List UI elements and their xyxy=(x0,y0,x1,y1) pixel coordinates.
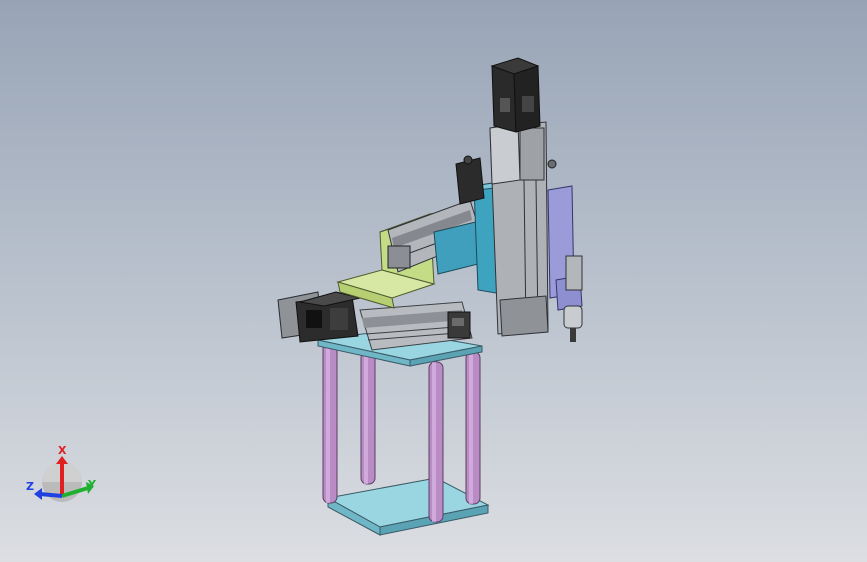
axis-label-x: X xyxy=(58,444,67,457)
orientation-triad[interactable] xyxy=(34,456,94,502)
vertical-column[interactable] xyxy=(489,121,549,337)
axis-label-z: Z xyxy=(26,480,34,493)
lower-motor[interactable] xyxy=(277,291,361,343)
side-motor[interactable] xyxy=(455,155,485,205)
top-motor[interactable] xyxy=(490,57,541,133)
axis-label-y: Y xyxy=(88,478,96,491)
assembly-model[interactable] xyxy=(0,0,867,562)
spindle-assembly[interactable] xyxy=(547,159,583,342)
graphics-viewport[interactable]: X Y Z xyxy=(0,0,867,562)
base-plate[interactable] xyxy=(326,477,490,536)
